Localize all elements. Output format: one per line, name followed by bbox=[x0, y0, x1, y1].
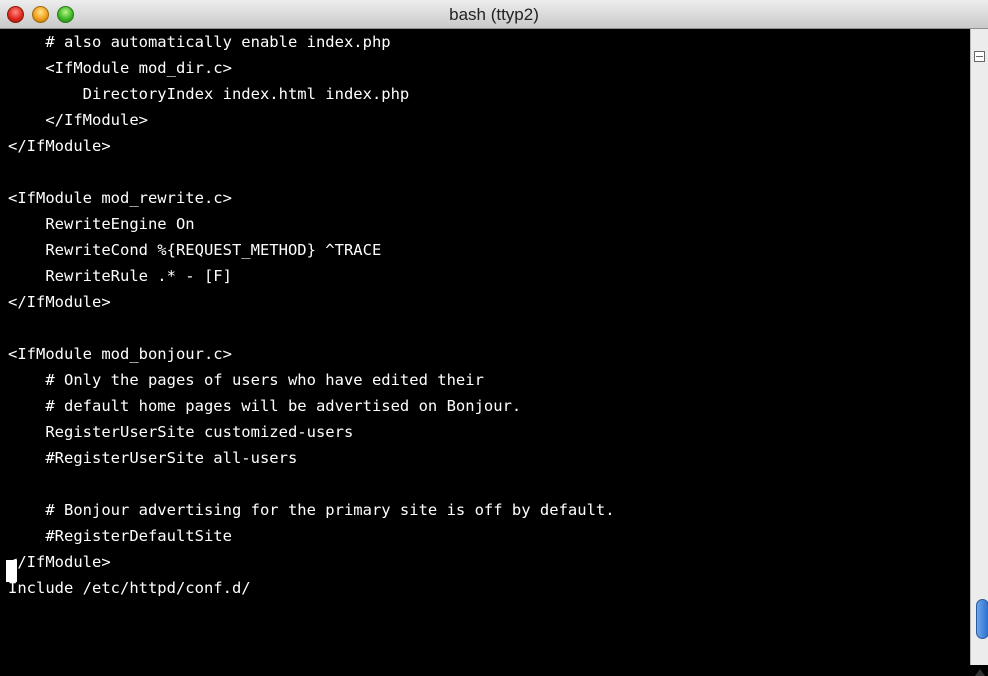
terminal-line: RegisterUserSite customized-users bbox=[8, 423, 354, 441]
scroll-track[interactable] bbox=[971, 69, 988, 609]
terminal-line: #RegisterDefaultSite bbox=[8, 527, 232, 545]
terminal-line: RewriteRule .* - [F] bbox=[8, 267, 232, 285]
terminal-output[interactable]: # also automatically enable index.php <I… bbox=[0, 29, 970, 665]
scroll-thumb[interactable] bbox=[976, 599, 988, 639]
terminal-line: <IfModule mod_rewrite.c> bbox=[8, 189, 232, 207]
terminal-line: <IfModule mod_dir.c> bbox=[8, 59, 232, 77]
terminal-line: <IfModule mod_bonjour.c> bbox=[8, 345, 232, 363]
terminal-line: # Only the pages of users who have edite… bbox=[8, 371, 484, 389]
terminal-line: # default home pages will be advertised … bbox=[8, 397, 522, 415]
vertical-scrollbar[interactable] bbox=[970, 29, 988, 676]
terminal-line: # also automatically enable index.php bbox=[8, 33, 391, 51]
terminal-line: RewriteEngine On bbox=[8, 215, 195, 233]
terminal-line: </IfModule> bbox=[8, 111, 148, 129]
terminal-window: bash (ttyp2) # also automatically enable… bbox=[0, 0, 988, 676]
scroll-up-arrow-icon[interactable] bbox=[975, 669, 985, 676]
window-title: bash (ttyp2) bbox=[449, 5, 539, 24]
terminal-line: RewriteCond %{REQUEST_METHOD} ^TRACE bbox=[8, 241, 382, 259]
title-bar[interactable]: bash (ttyp2) bbox=[0, 0, 988, 29]
terminal-line: </IfModule> bbox=[8, 553, 111, 571]
terminal-line: Include /etc/httpd/conf.d/ bbox=[8, 579, 251, 597]
split-pane-icon[interactable] bbox=[974, 51, 985, 62]
terminal-line: </IfModule> bbox=[8, 293, 111, 311]
terminal-line: DirectoryIndex index.html index.php bbox=[8, 85, 410, 103]
terminal-line: # Bonjour advertising for the primary si… bbox=[8, 501, 615, 519]
terminal-line: #RegisterUserSite all-users bbox=[8, 449, 298, 467]
terminal-line: </IfModule> bbox=[8, 137, 111, 155]
